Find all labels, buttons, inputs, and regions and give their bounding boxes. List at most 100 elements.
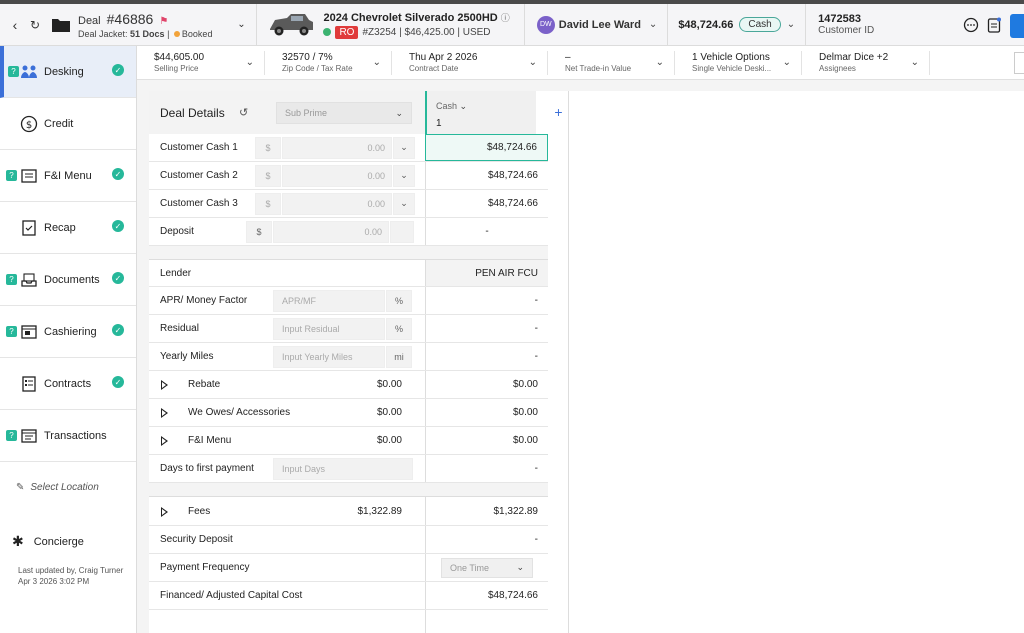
vehicle-info[interactable]: 2024 Chevrolet Silverado 2500HD ⓘ RO #Z3… xyxy=(323,11,510,39)
selling-price-selector[interactable]: $44,605.00 Selling Price ⌄ xyxy=(137,50,265,75)
residual-input[interactable]: Input Residual xyxy=(273,317,385,340)
assignees-label: Assignees xyxy=(819,64,856,73)
sidebar-item-label: Transactions xyxy=(44,429,107,442)
customer-cash-1-input[interactable]: 0.00 xyxy=(282,136,392,159)
yearly-miles-input[interactable]: Input Yearly Miles xyxy=(273,345,385,368)
table-row: Residual Input Residual % - xyxy=(149,315,548,343)
action-button[interactable] xyxy=(1010,14,1024,38)
chevron-down-icon[interactable]: ⌄ xyxy=(373,57,381,68)
chevron-down-icon[interactable]: ⌄ xyxy=(656,57,664,68)
chevron-down-icon[interactable]: ⌄ xyxy=(393,136,415,159)
info-icon[interactable]: ⓘ xyxy=(501,13,510,23)
we-owes-value[interactable]: $0.00 xyxy=(425,399,548,426)
payment-frequency-select[interactable]: One Time ⌄ xyxy=(441,557,533,578)
chevron-down-icon[interactable]: ⌄ xyxy=(393,164,415,187)
documents-tray-icon xyxy=(20,271,38,289)
last-updated-by: Last updated by, Craig Turner xyxy=(18,566,124,575)
row-label: Security Deposit xyxy=(160,534,233,545)
residual-value[interactable]: - xyxy=(425,315,548,342)
add-column-plus-icon[interactable]: + xyxy=(548,104,569,120)
security-deposit-value[interactable]: - xyxy=(425,526,548,553)
we-owes-total: $0.00 xyxy=(376,407,402,418)
help-badge-icon: ? xyxy=(6,274,17,285)
fi-menu-row[interactable]: F&I Menu $0.00 $0.00 xyxy=(149,427,548,455)
expand-triangle-icon[interactable] xyxy=(161,380,168,390)
customer-cash-3-value[interactable]: $48,724.66 xyxy=(425,190,548,217)
table-row: Customer Cash 3 $ 0.00 ⌄ $48,724.66 xyxy=(149,190,548,218)
apr-value[interactable]: - xyxy=(425,287,548,314)
select-location-link[interactable]: ✎ Select Location xyxy=(16,482,99,493)
payment-dropdown-chevron-icon[interactable]: ⌄ xyxy=(787,19,795,30)
vehicle-stock-info: #Z3254 | $46,425.00 | USED xyxy=(362,26,491,38)
sidebar-item-contracts[interactable]: Contracts ✓ xyxy=(0,358,136,410)
sidebar-item-credit[interactable]: $ Credit xyxy=(0,98,136,150)
folder-icon[interactable] xyxy=(50,16,72,34)
financed-capital-cost-value[interactable]: $48,724.66 xyxy=(425,582,548,609)
expand-triangle-icon[interactable] xyxy=(161,408,168,418)
concierge-link[interactable]: ✱ Concierge xyxy=(12,533,84,550)
row-label: Lender xyxy=(160,267,192,279)
sub-prime-select[interactable]: Sub Prime ⌄ xyxy=(276,102,412,124)
sidebar-item-documents[interactable]: ? Documents ✓ xyxy=(0,254,136,306)
subbar-extra-box[interactable] xyxy=(1014,52,1024,74)
we-owes-row[interactable]: We Owes/ Accessories $0.00 $0.00 xyxy=(149,399,548,427)
back-chevron-icon[interactable]: ‹ xyxy=(6,16,24,34)
row-label: APR/ Money Factor xyxy=(160,295,248,306)
cash-column-header[interactable]: Cash ⌄ 1 xyxy=(425,91,536,134)
status-dot-icon xyxy=(173,31,180,38)
yearly-miles-value[interactable]: - xyxy=(425,343,548,370)
help-badge-icon: ? xyxy=(6,170,17,181)
fees-row[interactable]: Fees $1,322.89 $1,322.89 xyxy=(149,496,548,526)
chevron-down-icon[interactable]: ⌄ xyxy=(911,57,919,68)
payment-type-pill[interactable]: Cash xyxy=(739,17,781,32)
days-first-payment-input[interactable]: Input Days xyxy=(273,457,413,480)
fi-menu-value[interactable]: $0.00 xyxy=(425,427,548,454)
table-row: Financed/ Adjusted Capital Cost $48,724.… xyxy=(149,582,548,610)
chevron-down-icon[interactable]: ⌄ xyxy=(460,101,468,111)
rebate-value[interactable]: $0.00 xyxy=(425,371,548,398)
vehicle-options-selector[interactable]: 1 Vehicle Options Single Vehicle Deski...… xyxy=(675,50,802,75)
row-label: Financed/ Adjusted Capital Cost xyxy=(160,590,303,601)
deposit-input[interactable]: 0.00 xyxy=(273,220,389,243)
trade-in-selector[interactable]: – Net Trade-in Value ⌄ xyxy=(548,50,675,75)
check-icon: ✓ xyxy=(112,376,124,388)
chat-icon[interactable] xyxy=(962,16,980,34)
customer-cash-2-value[interactable]: $48,724.66 xyxy=(425,162,548,189)
sidebar-item-recap[interactable]: Recap ✓ xyxy=(0,202,136,254)
customer-cash-2-input[interactable]: 0.00 xyxy=(282,164,392,187)
contract-date-selector[interactable]: Thu Apr 2 2026 Contract Date ⌄ xyxy=(392,50,548,75)
lender-value[interactable]: PEN AIR FCU xyxy=(425,260,548,286)
sidebar-item-desking[interactable]: ? Desking ✓ xyxy=(0,46,136,98)
chevron-down-icon[interactable]: ⌄ xyxy=(393,192,415,215)
docs-count[interactable]: 51 Docs xyxy=(130,29,165,39)
zip-tax-selector[interactable]: 32570 / 7% Zip Code / Tax Rate ⌄ xyxy=(265,50,392,75)
row-label: Yearly Miles xyxy=(160,351,214,362)
currency-prefix: $ xyxy=(255,192,281,215)
deal-dropdown-chevron-icon[interactable]: ⌄ xyxy=(232,16,250,34)
customer-cash-1-value[interactable]: $48,724.66 xyxy=(425,134,548,161)
sidebar-item-fi-menu[interactable]: ? F&I Menu ✓ xyxy=(0,150,136,202)
sidebar-item-transactions[interactable]: ? Transactions xyxy=(0,410,136,462)
table-row: APR/ Money Factor APR/MF % - xyxy=(149,287,548,315)
row-label: Residual xyxy=(160,323,199,334)
last-updated-info: Last updated by, Craig Turner Apr 3 2026… xyxy=(18,565,123,587)
expand-triangle-icon[interactable] xyxy=(161,507,168,517)
customer-selector[interactable]: DW David Lee Ward ⌄ xyxy=(536,15,657,34)
assignees-selector[interactable]: Delmar Dice +2 Assignees ⌄ xyxy=(802,50,930,75)
customer-cash-3-input[interactable]: 0.00 xyxy=(282,192,392,215)
apr-input[interactable]: APR/MF xyxy=(273,289,385,312)
history-icon[interactable]: ↺ xyxy=(239,106,248,119)
deposit-value[interactable]: - xyxy=(425,218,548,245)
chevron-down-icon[interactable]: ⌄ xyxy=(246,57,254,68)
chevron-down-icon[interactable]: ⌄ xyxy=(529,57,537,68)
days-first-payment-value[interactable]: - xyxy=(425,455,548,482)
payment-summary[interactable]: $48,724.66 Cash ⌄ xyxy=(678,17,795,32)
sidebar-item-cashiering[interactable]: ? Cashiering ✓ xyxy=(0,306,136,358)
fees-value[interactable]: $1,322.89 xyxy=(425,497,548,525)
chevron-down-icon[interactable]: ⌄ xyxy=(783,57,791,68)
customer-dropdown-chevron-icon[interactable]: ⌄ xyxy=(649,19,657,30)
expand-triangle-icon[interactable] xyxy=(161,436,168,446)
tasks-icon[interactable] xyxy=(985,16,1003,34)
history-icon[interactable]: ↻ xyxy=(26,16,44,34)
rebate-row[interactable]: Rebate $0.00 $0.00 xyxy=(149,371,548,399)
